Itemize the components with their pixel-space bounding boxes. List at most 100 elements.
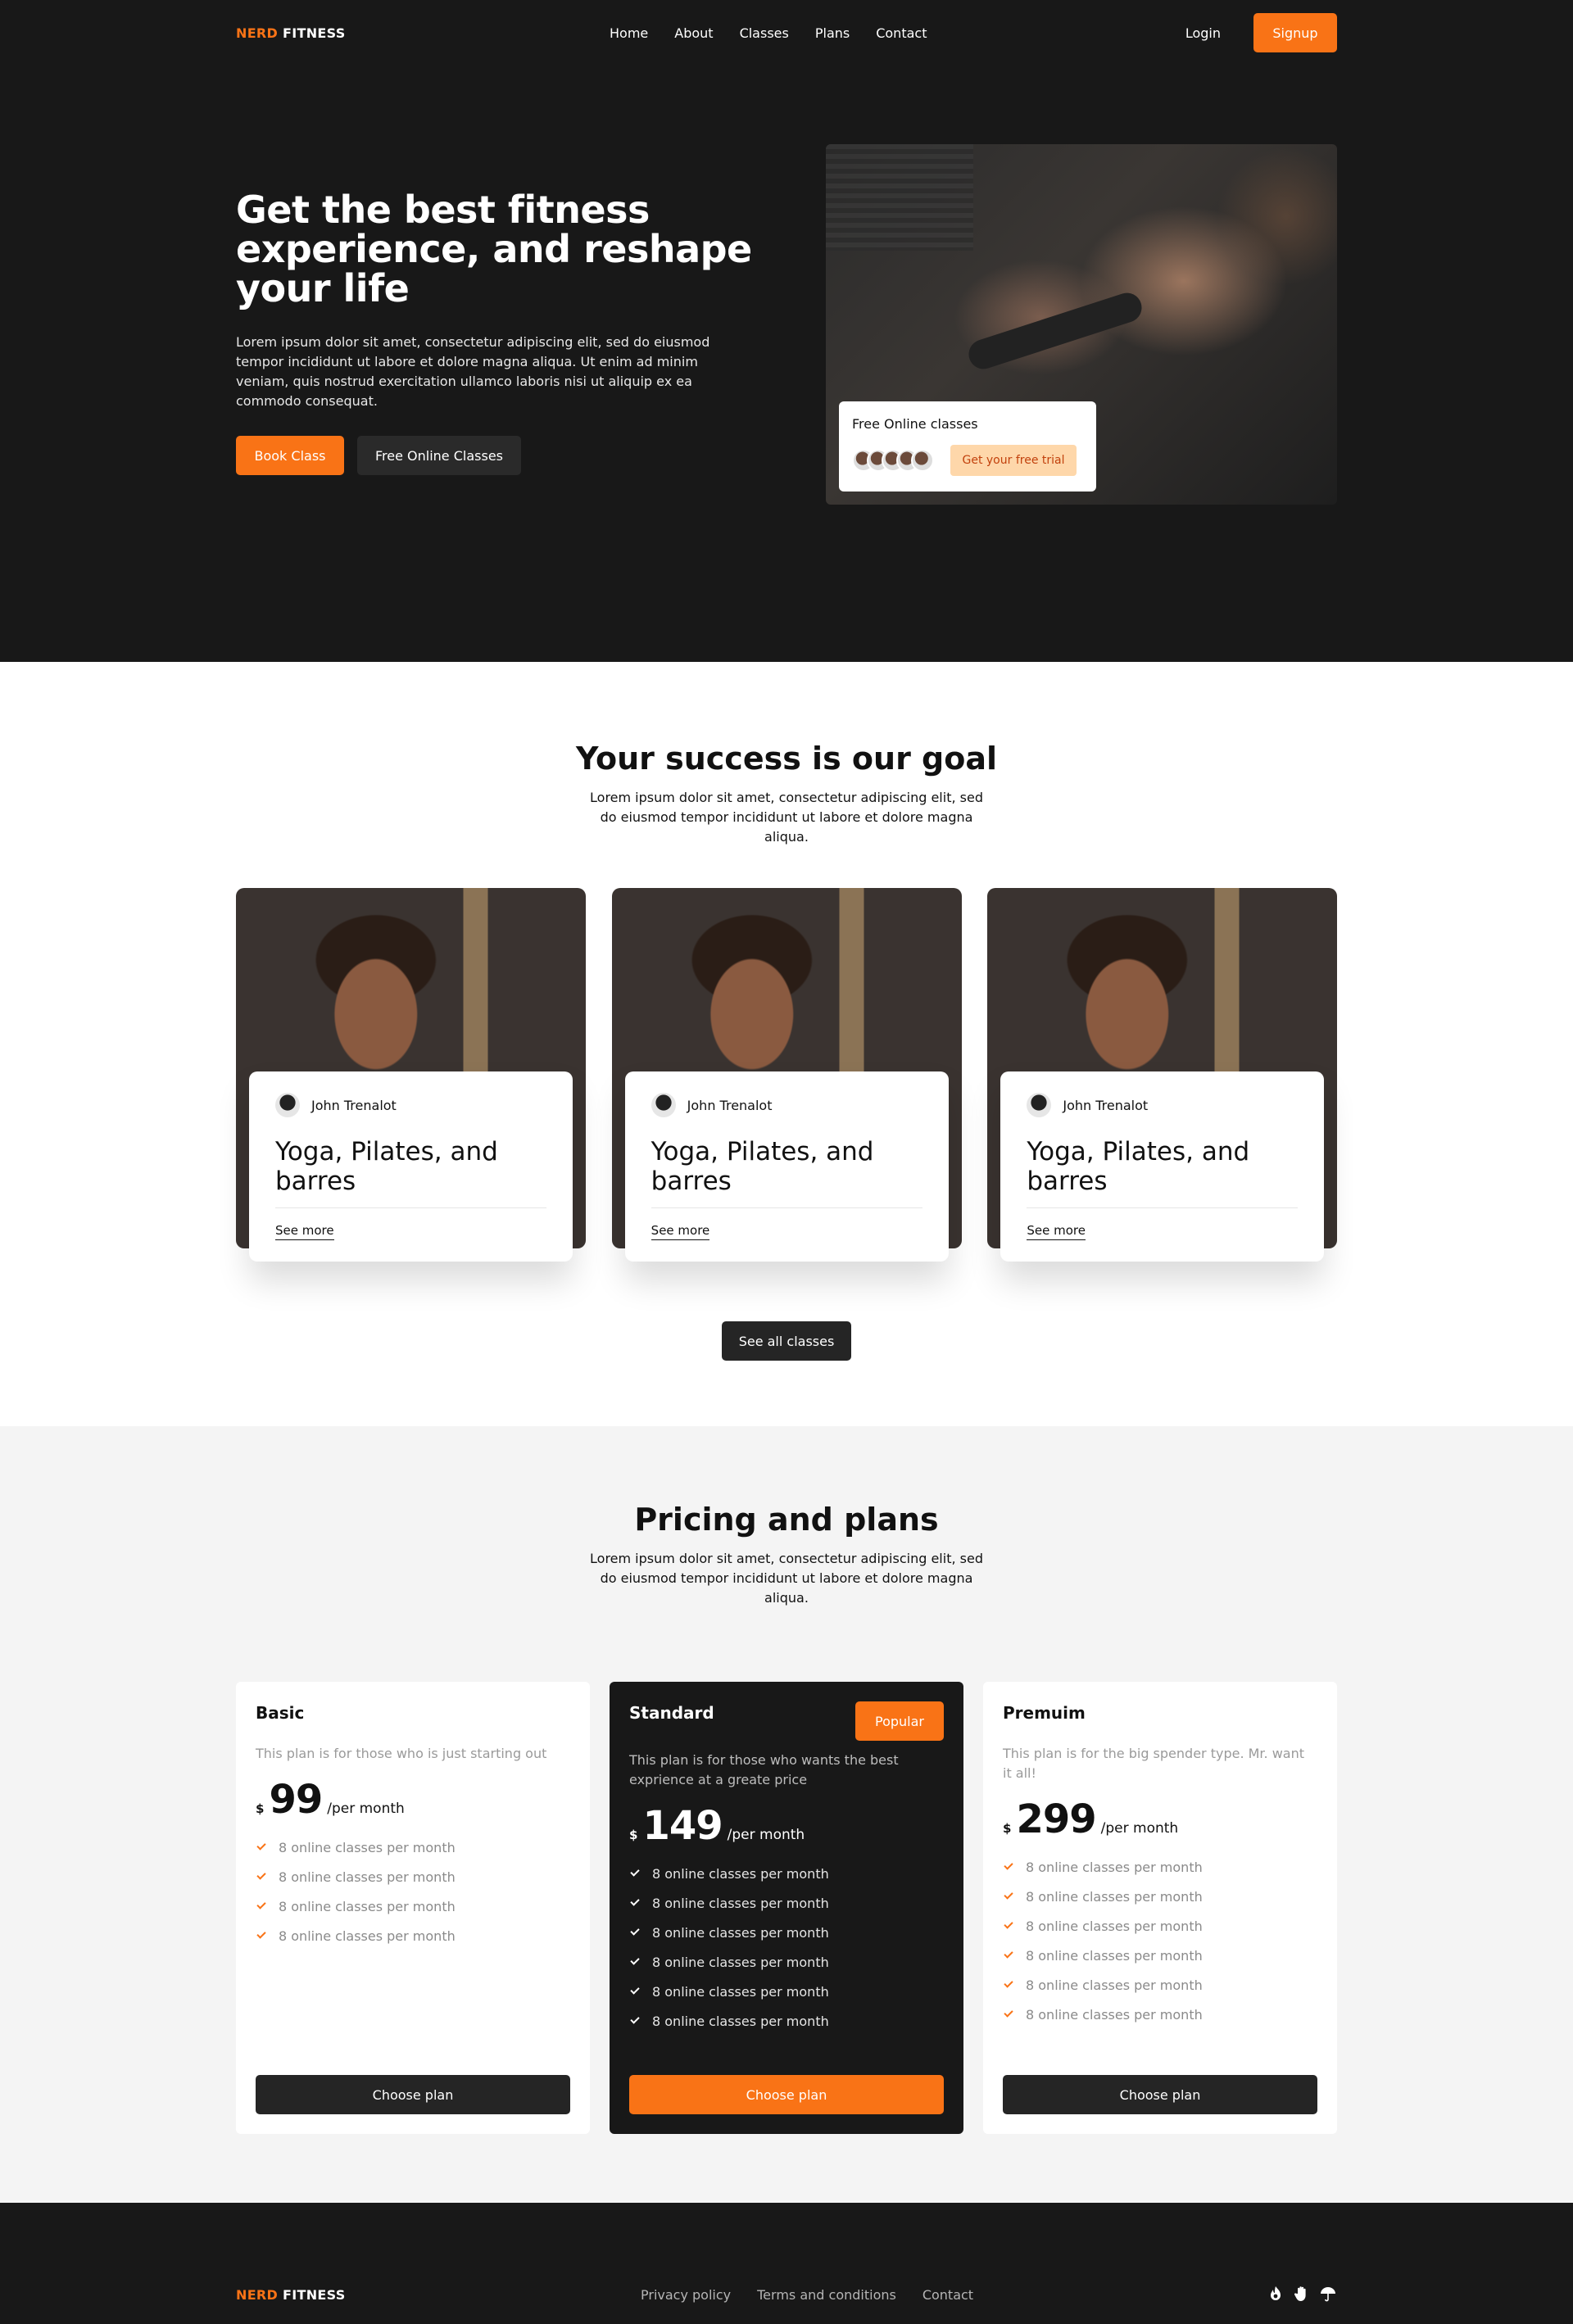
nav-links: Home About Classes Plans Contact xyxy=(610,25,953,41)
plan-cards: Basic This plan is for those who is just… xyxy=(236,1682,1337,2134)
plan-features: 8 online classes per month 8 online clas… xyxy=(1003,1852,1317,2029)
success-subtitle: Lorem ipsum dolor sit amet, consectetur … xyxy=(590,790,983,845)
umbrella-icon[interactable] xyxy=(1319,2285,1337,2303)
choose-plan-button[interactable]: Choose plan xyxy=(256,2075,570,2114)
feature-text: 8 online classes per month xyxy=(1026,1888,1203,1905)
hand-icon[interactable] xyxy=(1293,2285,1311,2303)
author-name: John Trenalot xyxy=(687,1097,773,1113)
check-icon xyxy=(1004,1978,1013,1988)
plan-feature: 8 online classes per month xyxy=(1003,1970,1317,2000)
brand-logo[interactable]: NERD FITNESS xyxy=(236,25,346,41)
feature-text: 8 online classes per month xyxy=(279,1928,456,1944)
terms-link[interactable]: Terms and conditions xyxy=(757,2287,896,2303)
check-icon xyxy=(630,1926,640,1936)
plan-description: This plan is for those who wants the bes… xyxy=(629,1752,899,1787)
price-period: /per month xyxy=(327,1801,405,1817)
class-author: John Trenalot xyxy=(275,1093,546,1117)
divider xyxy=(275,1207,546,1208)
free-classes-title: Free Online classes xyxy=(852,416,978,432)
plan-name: Basic xyxy=(256,1703,305,1723)
check-icon xyxy=(630,1985,640,1995)
plan-feature: 8 online classes per month xyxy=(629,1859,944,1888)
plan-feature: 8 online classes per month xyxy=(256,1832,570,1862)
nav-home[interactable]: Home xyxy=(610,25,648,41)
class-title: Yoga, Pilates, and barres xyxy=(275,1137,498,1196)
price-period: /per month xyxy=(1100,1820,1179,1837)
privacy-policy-link[interactable]: Privacy policy xyxy=(641,2287,731,2303)
feature-text: 8 online classes per month xyxy=(279,1839,456,1855)
author-name: John Trenalot xyxy=(1063,1097,1149,1113)
nav-plans[interactable]: Plans xyxy=(815,25,850,41)
price-amount: 99 xyxy=(269,1777,323,1823)
check-icon xyxy=(1004,2008,1013,2018)
plan-feature: 8 online classes per month xyxy=(629,1918,944,1947)
plan-feature: 8 online classes per month xyxy=(1003,1941,1317,1970)
plan-price: $ 299 /per month xyxy=(1003,1796,1317,1842)
plan-description: This plan is for the big spender type. M… xyxy=(1003,1746,1304,1781)
plan-price: $ 149 /per month xyxy=(629,1803,944,1849)
author-name: John Trenalot xyxy=(311,1097,397,1113)
free-classes-row: Get your free trial xyxy=(852,445,1083,476)
signup-button[interactable]: Signup xyxy=(1253,13,1337,52)
see-all-classes-button[interactable]: See all classes xyxy=(722,1321,851,1361)
avatar xyxy=(275,1093,300,1117)
feature-text: 8 online classes per month xyxy=(652,1865,829,1882)
check-icon xyxy=(256,1900,266,1909)
class-title: Yoga, Pilates, and barres xyxy=(1027,1137,1250,1196)
divider xyxy=(651,1207,922,1208)
feature-text: 8 online classes per month xyxy=(652,2013,829,2029)
feature-text: 8 online classes per month xyxy=(652,1895,829,1911)
brand-first: NERD xyxy=(236,25,279,41)
brand-second: FITNESS xyxy=(283,25,346,41)
fire-icon[interactable] xyxy=(1267,2285,1285,2303)
class-card[interactable]: John Trenalot Yoga, Pilates, and barres … xyxy=(987,888,1338,1262)
class-card[interactable]: John Trenalot Yoga, Pilates, and barres … xyxy=(611,888,962,1262)
plan-features: 8 online classes per month 8 online clas… xyxy=(256,1832,570,1950)
see-more-link[interactable]: See more xyxy=(1027,1223,1086,1240)
class-card[interactable]: John Trenalot Yoga, Pilates, and barres … xyxy=(236,888,586,1262)
hero-buttons: Book Class Free Online Classes xyxy=(236,436,760,475)
free-online-classes-button[interactable]: Free Online Classes xyxy=(357,436,521,475)
feature-text: 8 online classes per month xyxy=(279,1869,456,1885)
class-card-body: John Trenalot Yoga, Pilates, and barres … xyxy=(1000,1071,1325,1262)
gym-handle-shape xyxy=(964,288,1146,374)
nav-actions: Login Signup xyxy=(1185,13,1337,52)
footer-logo[interactable]: NERD FITNESS xyxy=(236,2287,346,2303)
nav-classes[interactable]: Classes xyxy=(740,25,789,41)
check-icon xyxy=(1004,1919,1013,1929)
avatar xyxy=(911,449,934,472)
check-icon xyxy=(630,2014,640,2024)
hero-title: Get the best fitness experience, and res… xyxy=(236,188,752,310)
divider xyxy=(1027,1207,1299,1208)
feature-text: 8 online classes per month xyxy=(1026,2006,1203,2023)
price-currency: $ xyxy=(256,1801,265,1816)
see-more-link[interactable]: See more xyxy=(275,1223,334,1240)
plan-feature: 8 online classes per month xyxy=(256,1862,570,1891)
choose-plan-button[interactable]: Choose plan xyxy=(1003,2075,1317,2114)
footer: NERD FITNESS Privacy policy Terms and co… xyxy=(0,2203,1573,2324)
plan-feature: 8 online classes per month xyxy=(256,1921,570,1950)
plan-standard: Standard Popular This plan is for those … xyxy=(610,1682,963,2134)
footer-contact-link[interactable]: Contact xyxy=(922,2287,973,2303)
check-icon xyxy=(630,1896,640,1906)
price-amount: 149 xyxy=(642,1803,723,1849)
plan-feature: 8 online classes per month xyxy=(629,1947,944,1977)
top-nav: NERD FITNESS Home About Classes Plans Co… xyxy=(236,0,1337,66)
plan-premium: Premuim This plan is for the big spender… xyxy=(983,1682,1337,2134)
plan-feature: 8 online classes per month xyxy=(1003,1882,1317,1911)
plan-price: $ 99 /per month xyxy=(256,1777,570,1823)
check-icon xyxy=(256,1870,266,1880)
login-link[interactable]: Login xyxy=(1185,25,1221,41)
price-currency: $ xyxy=(1003,1821,1012,1836)
book-class-button[interactable]: Book Class xyxy=(236,436,344,475)
choose-plan-button[interactable]: Choose plan xyxy=(629,2075,944,2114)
class-author: John Trenalot xyxy=(651,1093,922,1117)
see-more-link[interactable]: See more xyxy=(651,1223,710,1240)
nav-contact[interactable]: Contact xyxy=(876,25,927,41)
check-icon xyxy=(1004,1860,1013,1870)
feature-text: 8 online classes per month xyxy=(1026,1918,1203,1934)
check-icon xyxy=(630,1867,640,1877)
free-trial-button[interactable]: Get your free trial xyxy=(950,445,1077,476)
plan-feature: 8 online classes per month xyxy=(629,2006,944,2036)
nav-about[interactable]: About xyxy=(674,25,713,41)
